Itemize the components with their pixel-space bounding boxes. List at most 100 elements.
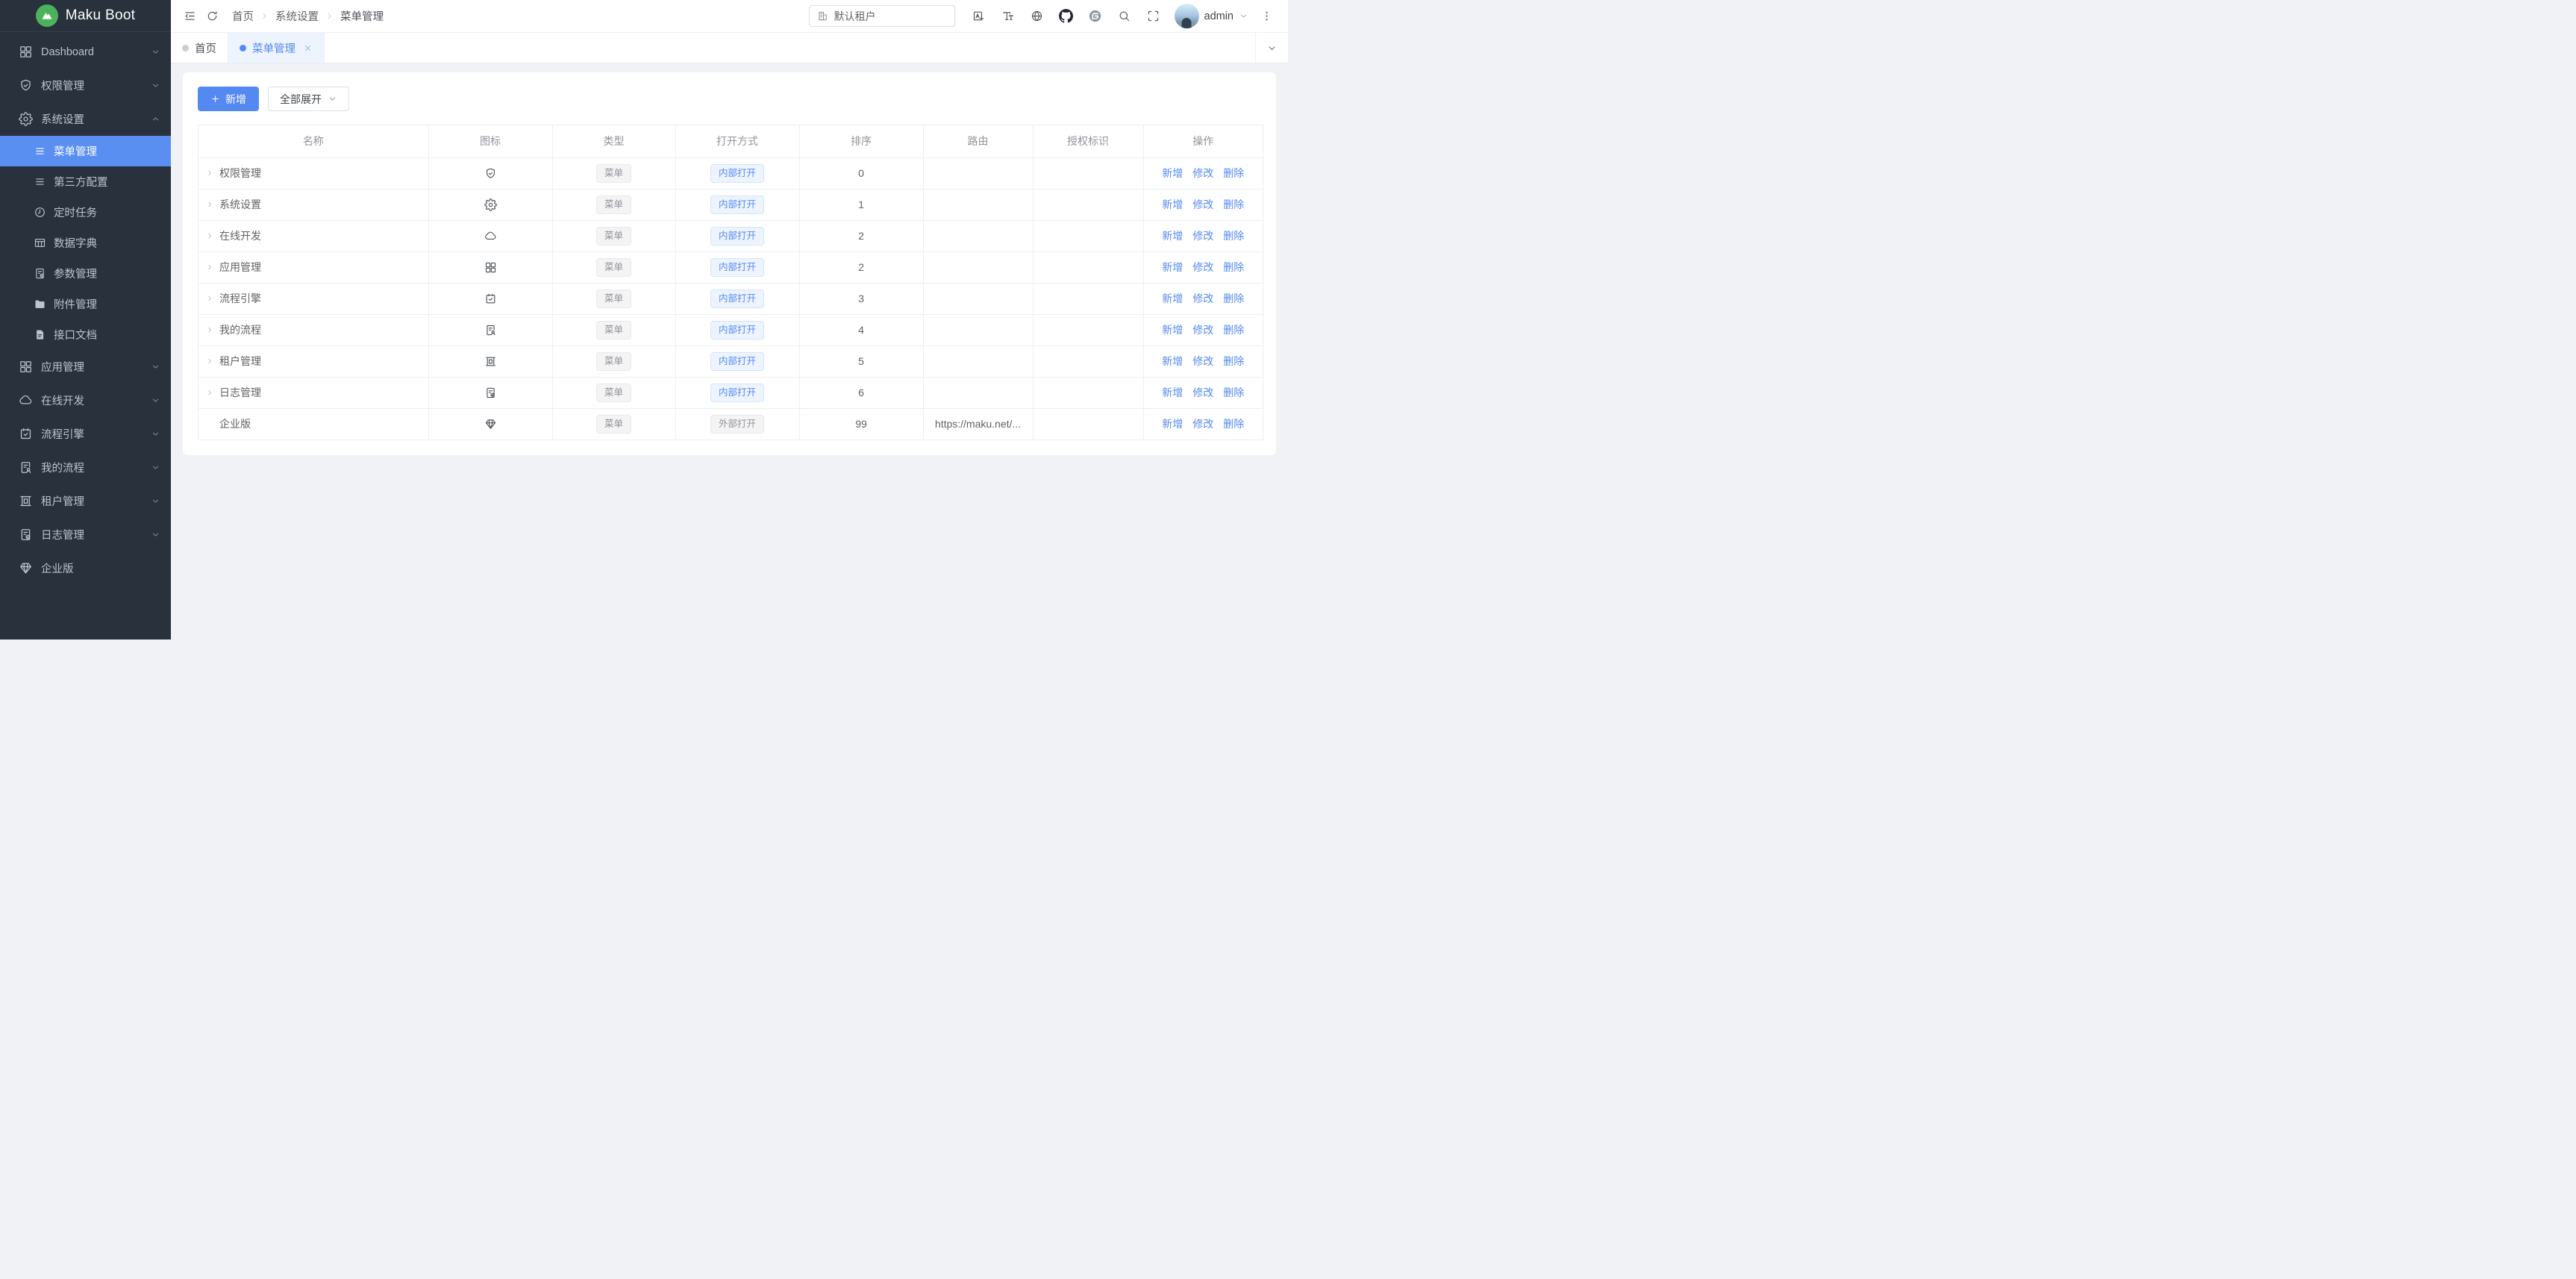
row-op-delete[interactable]: 删除 bbox=[1223, 416, 1244, 431]
apps-icon bbox=[19, 360, 33, 374]
sidebar-item-scheduled-tasks[interactable]: 定时任务 bbox=[0, 197, 171, 228]
expand-row-icon[interactable] bbox=[205, 325, 214, 334]
tenant-select[interactable]: 默认租户 bbox=[809, 5, 955, 27]
cell-ops: 新增修改删除 bbox=[1143, 314, 1263, 345]
toolbar: 新增 全部展开 bbox=[198, 87, 1263, 111]
sidebar-item-flow-engine[interactable]: 流程引擎 bbox=[0, 417, 171, 451]
cell-icon bbox=[428, 408, 552, 440]
row-op-add[interactable]: 新增 bbox=[1162, 166, 1183, 181]
expand-row-icon[interactable] bbox=[205, 231, 214, 240]
row-op-delete[interactable]: 删除 bbox=[1223, 385, 1244, 400]
globe-icon[interactable] bbox=[1026, 6, 1048, 27]
sidebar-item-label: 企业版 bbox=[41, 560, 160, 576]
row-op-edit[interactable]: 修改 bbox=[1192, 322, 1213, 337]
table-row: 在线开发菜单内部打开2新增修改删除 bbox=[198, 220, 1263, 251]
collapse-sidebar-icon[interactable] bbox=[178, 6, 201, 27]
open-mode-badge: 内部打开 bbox=[710, 290, 764, 308]
cell-open-mode: 内部打开 bbox=[675, 157, 799, 189]
menu-table: 名称图标类型打开方式排序路由授权标识操作 权限管理菜单内部打开0新增修改删除系统… bbox=[198, 125, 1263, 440]
fullscreen-icon[interactable] bbox=[1142, 6, 1165, 27]
row-op-edit[interactable]: 修改 bbox=[1192, 197, 1213, 212]
cell-open-mode: 外部打开 bbox=[675, 408, 799, 440]
row-op-edit[interactable]: 修改 bbox=[1192, 291, 1213, 306]
chevron-down-icon bbox=[151, 463, 160, 472]
row-op-add[interactable]: 新增 bbox=[1162, 197, 1183, 212]
row-op-add[interactable]: 新增 bbox=[1162, 322, 1183, 337]
search-icon[interactable] bbox=[1113, 6, 1136, 27]
sidebar-item-online-dev[interactable]: 在线开发 bbox=[0, 384, 171, 417]
expand-all-button[interactable]: 全部展开 bbox=[268, 87, 349, 111]
sidebar-item-permission[interactable]: 权限管理 bbox=[0, 69, 171, 102]
expand-row-icon[interactable] bbox=[205, 263, 214, 272]
tab-overflow-button[interactable] bbox=[1255, 33, 1288, 63]
expand-row-icon[interactable] bbox=[205, 388, 214, 397]
sidebar-item-enterprise[interactable]: 企业版 bbox=[0, 551, 171, 585]
row-op-add[interactable]: 新增 bbox=[1162, 385, 1183, 400]
row-op-delete[interactable]: 删除 bbox=[1223, 291, 1244, 306]
sidebar-item-parameter-manage[interactable]: 参数管理 bbox=[0, 258, 171, 289]
row-op-add[interactable]: 新增 bbox=[1162, 260, 1183, 275]
row-op-delete[interactable]: 删除 bbox=[1223, 322, 1244, 337]
type-badge: 菜单 bbox=[596, 321, 631, 340]
breadcrumb-item[interactable]: 系统设置 bbox=[275, 8, 319, 24]
close-icon[interactable] bbox=[303, 43, 313, 53]
sidebar-item-my-flow[interactable]: 我的流程 bbox=[0, 451, 171, 484]
row-name: 应用管理 bbox=[219, 260, 261, 275]
sidebar-item-system-settings[interactable]: 系统设置 bbox=[0, 102, 171, 136]
add-button[interactable]: 新增 bbox=[198, 87, 259, 111]
refresh-icon[interactable] bbox=[201, 6, 223, 27]
more-vertical-icon[interactable] bbox=[1255, 6, 1278, 27]
cell-open-mode: 内部打开 bbox=[675, 283, 799, 314]
avatar bbox=[1175, 4, 1199, 28]
chevron-down-icon bbox=[151, 530, 160, 540]
type-badge: 菜单 bbox=[596, 258, 631, 277]
gitee-icon[interactable] bbox=[1084, 6, 1107, 27]
tab-dot bbox=[182, 45, 189, 51]
cell-route bbox=[923, 377, 1033, 408]
cell-type: 菜单 bbox=[552, 220, 675, 251]
expand-row-icon[interactable] bbox=[205, 169, 214, 178]
translate-icon[interactable] bbox=[968, 6, 990, 27]
sidebar-item-dashboard[interactable]: Dashboard bbox=[0, 35, 171, 69]
row-op-add[interactable]: 新增 bbox=[1162, 291, 1183, 306]
row-op-edit[interactable]: 修改 bbox=[1192, 354, 1213, 369]
row-op-add[interactable]: 新增 bbox=[1162, 228, 1183, 243]
tab-home[interactable]: 首页 bbox=[171, 33, 228, 63]
chevron-up-icon bbox=[151, 114, 160, 124]
sidebar-item-third-party-config[interactable]: 第三方配置 bbox=[0, 166, 171, 197]
row-op-delete[interactable]: 删除 bbox=[1223, 354, 1244, 369]
row-op-edit[interactable]: 修改 bbox=[1192, 260, 1213, 275]
expand-row-icon[interactable] bbox=[205, 200, 214, 209]
sidebar-item-log-manage[interactable]: 日志管理 bbox=[0, 518, 171, 551]
cell-sort: 3 bbox=[799, 283, 923, 314]
row-op-edit[interactable]: 修改 bbox=[1192, 416, 1213, 431]
expand-row-icon[interactable] bbox=[205, 357, 214, 366]
row-op-add[interactable]: 新增 bbox=[1162, 354, 1183, 369]
sidebar-item-api-docs[interactable]: 接口文档 bbox=[0, 319, 171, 350]
sidebar-item-app-manage[interactable]: 应用管理 bbox=[0, 350, 171, 384]
sidebar-item-label: 权限管理 bbox=[41, 78, 151, 93]
sidebar-item-attachment-manage[interactable]: 附件管理 bbox=[0, 289, 171, 319]
row-op-delete[interactable]: 删除 bbox=[1223, 228, 1244, 243]
sidebar-item-data-dictionary[interactable]: 数据字典 bbox=[0, 228, 171, 258]
open-mode-badge: 内部打开 bbox=[710, 384, 764, 402]
plus-icon bbox=[210, 94, 220, 104]
row-op-edit[interactable]: 修改 bbox=[1192, 166, 1213, 181]
tenant-select-value: 默认租户 bbox=[834, 9, 876, 24]
row-op-edit[interactable]: 修改 bbox=[1192, 228, 1213, 243]
sidebar-item-menu-manage[interactable]: 菜单管理 bbox=[0, 136, 171, 166]
expand-row-icon[interactable] bbox=[205, 294, 214, 303]
row-op-edit[interactable]: 修改 bbox=[1192, 385, 1213, 400]
row-op-delete[interactable]: 删除 bbox=[1223, 197, 1244, 212]
cell-name: 日志管理 bbox=[198, 377, 428, 408]
font-size-icon[interactable] bbox=[997, 6, 1019, 27]
row-op-delete[interactable]: 删除 bbox=[1223, 260, 1244, 275]
github-icon[interactable] bbox=[1055, 6, 1078, 27]
user-menu[interactable]: admin bbox=[1175, 4, 1249, 28]
row-op-delete[interactable]: 删除 bbox=[1223, 166, 1244, 181]
cell-name: 流程引擎 bbox=[198, 283, 428, 314]
sidebar-item-tenant-manage[interactable]: 租户管理 bbox=[0, 484, 171, 518]
row-op-add[interactable]: 新增 bbox=[1162, 416, 1183, 431]
breadcrumb-item[interactable]: 首页 bbox=[232, 8, 254, 24]
tab-menu-manage[interactable]: 菜单管理 bbox=[228, 33, 325, 63]
